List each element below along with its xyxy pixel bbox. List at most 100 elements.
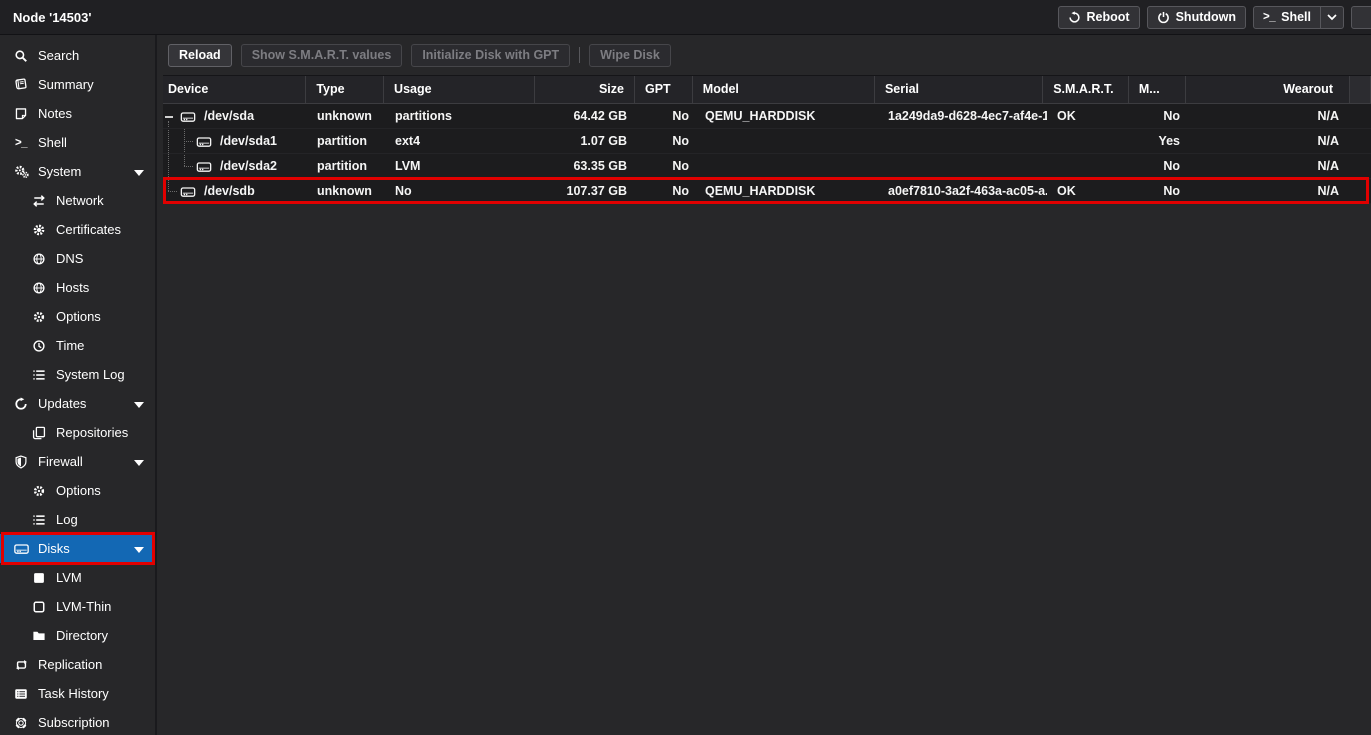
gears-icon (12, 164, 30, 179)
reload-button[interactable]: Reload (168, 44, 232, 67)
topbar-actions: Reboot Shutdown >_ Shell (1058, 6, 1371, 29)
shell-split-button: >_ Shell (1253, 6, 1344, 29)
page-title: Node '14503' (13, 10, 91, 25)
gear-icon (30, 310, 48, 324)
table-header: Device Type Usage Size GPT Model Serial … (163, 76, 1371, 104)
shell-button[interactable]: >_ Shell (1254, 7, 1320, 28)
cell-usage: partitions (385, 104, 537, 128)
table-row-sda1[interactable]: /dev/sda1 partition ext4 1.07 GB No Yes … (163, 129, 1371, 154)
refresh-icon (12, 397, 30, 411)
disks-toolbar: Reload Show S.M.A.R.T. values Initialize… (163, 35, 1371, 75)
retweet-icon (12, 658, 30, 672)
sidebar-item-firewall-options[interactable]: Options (0, 476, 155, 505)
sidebar-item-repositories[interactable]: Repositories (0, 418, 155, 447)
initialize-disk-gpt-button[interactable]: Initialize Disk with GPT (411, 44, 570, 67)
column-header-wearout[interactable]: Wearout (1186, 76, 1350, 103)
sidebar-item-firewall-log[interactable]: Log (0, 505, 155, 534)
list-icon (30, 513, 48, 527)
sidebar-item-summary[interactable]: Summary (0, 70, 155, 99)
sidebar-item-updates[interactable]: Updates (0, 389, 155, 418)
cell-mounted: No (1133, 104, 1190, 128)
topbar: Node '14503' Reboot Shutdown >_ Shell (0, 0, 1371, 35)
hdd-icon (196, 154, 212, 178)
cell-gpt: No (637, 154, 695, 178)
column-header-size[interactable]: Size (535, 76, 635, 103)
cell-usage: ext4 (385, 129, 537, 153)
cell-serial (878, 154, 1047, 178)
hdd-icon (180, 104, 196, 128)
cell-model (695, 154, 878, 178)
certificate-icon (30, 223, 48, 237)
cell-gpt: No (637, 179, 695, 203)
sidebar-item-system[interactable]: System (0, 157, 155, 186)
square-icon (30, 571, 48, 585)
sidebar-item-task-history[interactable]: Task History (0, 679, 155, 708)
column-header-gpt[interactable]: GPT (635, 76, 693, 103)
sidebar-item-lvm[interactable]: LVM (0, 563, 155, 592)
cell-mounted: No (1133, 179, 1190, 203)
hdd-icon (12, 542, 30, 556)
tree-expander[interactable] (165, 116, 173, 118)
cell-wearout: N/A (1190, 104, 1355, 128)
cell-wearout: N/A (1190, 179, 1355, 203)
sidebar-item-disks[interactable]: Disks (0, 534, 155, 563)
cell-serial: 1a249da9-d628-4ec7-af4e-1... (878, 104, 1047, 128)
cell-device: /dev/sdb (163, 179, 307, 203)
cell-mounted: Yes (1133, 129, 1190, 153)
cell-type: partition (307, 154, 385, 178)
column-header-usage[interactable]: Usage (384, 76, 535, 103)
cell-type: unknown (307, 104, 385, 128)
sidebar-item-system-log[interactable]: System Log (0, 360, 155, 389)
sidebar-item-shell[interactable]: >_ Shell (0, 128, 155, 157)
gear-icon (30, 484, 48, 498)
table-row-sda2[interactable]: /dev/sda2 partition LVM 63.35 GB No No N… (163, 154, 1371, 179)
show-smart-values-button[interactable]: Show S.M.A.R.T. values (241, 44, 403, 67)
table-row-sdb[interactable]: /dev/sdb unknown No 107.37 GB No QEMU_HA… (163, 179, 1371, 204)
cell-smart: OK (1047, 179, 1133, 203)
list-icon (30, 368, 48, 382)
sidebar-item-certificates[interactable]: Certificates (0, 215, 155, 244)
toolbar-separator (579, 47, 580, 63)
shell-dropdown-button[interactable] (1321, 7, 1343, 28)
sidebar-item-replication[interactable]: Replication (0, 650, 155, 679)
cell-device: /dev/sda1 (163, 129, 307, 153)
disks-table: Device Type Usage Size GPT Model Serial … (163, 75, 1371, 204)
sidebar-item-network[interactable]: Network (0, 186, 155, 215)
sidebar-item-subscription[interactable]: Subscription (0, 708, 155, 735)
shutdown-button[interactable]: Shutdown (1147, 6, 1246, 29)
sidebar-item-time[interactable]: Time (0, 331, 155, 360)
sidebar-item-search[interactable]: Search (0, 41, 155, 70)
cell-model: QEMU_HARDDISK (695, 179, 878, 203)
column-header-serial[interactable]: Serial (875, 76, 1043, 103)
book-icon (12, 78, 30, 92)
sidebar-item-firewall[interactable]: Firewall (0, 447, 155, 476)
column-header-type[interactable]: Type (306, 76, 384, 103)
sidebar-item-options[interactable]: Options (0, 302, 155, 331)
sidebar-item-directory[interactable]: Directory (0, 621, 155, 650)
table-row-sda[interactable]: /dev/sda unknown partitions 64.42 GB No … (163, 104, 1371, 129)
chevron-down-icon (1327, 10, 1337, 24)
search-icon (12, 49, 30, 63)
cell-smart (1047, 154, 1133, 178)
sidebar-item-dns[interactable]: DNS (0, 244, 155, 273)
column-header-smart[interactable]: S.M.A.R.T. (1043, 76, 1129, 103)
sidebar-item-hosts[interactable]: Hosts (0, 273, 155, 302)
cell-device: /dev/sda (163, 104, 307, 128)
column-header-model[interactable]: Model (693, 76, 875, 103)
terminal-icon: >_ (12, 137, 30, 149)
sidebar-item-notes[interactable]: Notes (0, 99, 155, 128)
caret-down-icon (134, 402, 144, 408)
note-icon (12, 107, 30, 121)
reboot-button[interactable]: Reboot (1058, 6, 1140, 29)
column-header-device[interactable]: Device (163, 76, 306, 103)
cell-type: unknown (307, 179, 385, 203)
cell-serial: a0ef7810-3a2f-463a-ac05-a... (878, 179, 1047, 203)
partial-button[interactable] (1351, 6, 1371, 29)
sidebar-item-lvm-thin[interactable]: LVM-Thin (0, 592, 155, 621)
cell-mounted: No (1133, 154, 1190, 178)
column-header-mounted[interactable]: M... (1129, 76, 1186, 103)
cell-size: 1.07 GB (537, 129, 637, 153)
shield-icon (12, 455, 30, 469)
folder-icon (30, 629, 48, 643)
wipe-disk-button[interactable]: Wipe Disk (589, 44, 671, 67)
